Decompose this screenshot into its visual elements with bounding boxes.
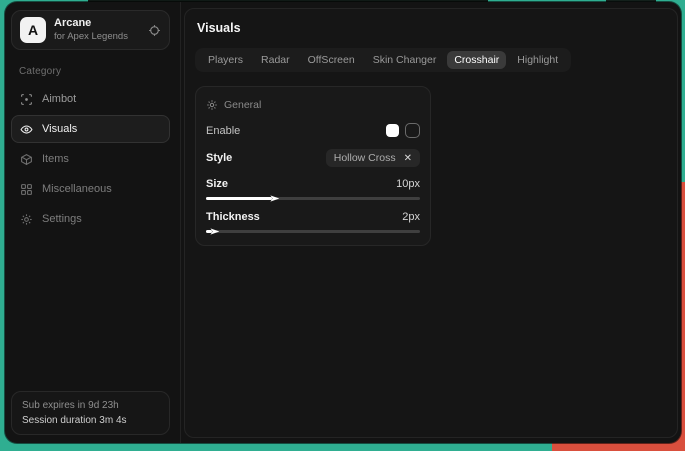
enable-label: Enable — [206, 125, 240, 137]
sidebar-nav: Aimbot Visuals Items — [5, 85, 180, 233]
tab-crosshair[interactable]: Crosshair — [447, 51, 506, 69]
subscription-info-card: Sub expires in 9d 23h Session duration 3… — [11, 391, 170, 435]
size-slider[interactable] — [206, 197, 420, 200]
sidebar-item-label: Settings — [42, 213, 82, 225]
sidebar-item-miscellaneous[interactable]: Miscellaneous — [11, 175, 170, 203]
crosshair-target-icon[interactable] — [148, 24, 161, 37]
general-panel: General Enable Style Hollow Cross ✕ — [195, 86, 431, 246]
sidebar-item-label: Aimbot — [42, 93, 76, 105]
thickness-setting: Thickness 2px — [206, 211, 420, 233]
style-label: Style — [206, 152, 232, 164]
app-subtitle: for Apex Legends — [54, 31, 140, 43]
items-box-icon — [20, 153, 33, 166]
enable-color-swatch[interactable] — [386, 124, 399, 137]
tab-offscreen[interactable]: OffScreen — [301, 51, 362, 69]
sidebar-item-label: Items — [42, 153, 69, 165]
thickness-slider-fill — [206, 230, 212, 233]
size-label: Size — [206, 178, 228, 190]
size-slider-fill — [206, 197, 272, 200]
settings-gear-icon — [20, 213, 33, 226]
panel-header-label: General — [224, 99, 261, 111]
enable-checkbox[interactable] — [405, 123, 420, 138]
general-gear-icon — [206, 99, 218, 111]
size-setting: Size 10px — [206, 178, 420, 200]
category-label: Category — [19, 66, 180, 77]
sidebar-item-items[interactable]: Items — [11, 145, 170, 173]
sidebar-item-settings[interactable]: Settings — [11, 205, 170, 233]
enable-row: Enable — [206, 123, 420, 138]
miscellaneous-grid-icon — [20, 183, 33, 196]
tab-highlight[interactable]: Highlight — [510, 51, 565, 69]
visuals-tabbar: Players Radar OffScreen Skin Changer Cro… — [195, 48, 571, 72]
sub-expires-text: Sub expires in 9d 23h — [22, 400, 159, 411]
visuals-eye-icon — [20, 123, 33, 136]
style-selected-value: Hollow Cross — [334, 152, 396, 164]
tab-skin-changer[interactable]: Skin Changer — [366, 51, 444, 69]
sidebar-item-visuals[interactable]: Visuals — [11, 115, 170, 143]
thickness-value: 2px — [402, 211, 420, 223]
thickness-slider[interactable] — [206, 230, 420, 233]
app-name: Arcane — [54, 17, 140, 31]
brand-text: Arcane for Apex Legends — [54, 17, 140, 43]
sidebar-item-label: Miscellaneous — [42, 183, 112, 195]
panel-header: General — [206, 99, 420, 111]
style-row: Style Hollow Cross ✕ — [206, 149, 420, 167]
main-content: Visuals Players Radar OffScreen Skin Cha… — [184, 8, 678, 438]
brand-card: A Arcane for Apex Legends — [11, 10, 170, 50]
tab-players[interactable]: Players — [201, 51, 250, 69]
sidebar-item-label: Visuals — [42, 123, 77, 135]
app-logo: A — [20, 17, 46, 43]
sidebar-item-aimbot[interactable]: Aimbot — [11, 85, 170, 113]
aimbot-icon — [20, 93, 33, 106]
thickness-label: Thickness — [206, 211, 260, 223]
enable-controls — [386, 123, 420, 138]
session-duration-text: Session duration 3m 4s — [22, 415, 159, 426]
style-clear-icon[interactable]: ✕ — [404, 153, 412, 164]
size-value: 10px — [396, 178, 420, 190]
style-select[interactable]: Hollow Cross ✕ — [326, 149, 420, 167]
thickness-slider-thumb[interactable] — [210, 227, 219, 236]
tab-radar[interactable]: Radar — [254, 51, 297, 69]
size-slider-thumb[interactable] — [270, 194, 279, 203]
main-wrap: Visuals Players Radar OffScreen Skin Cha… — [181, 2, 681, 443]
arcane-window: A Arcane for Apex Legends Category — [5, 2, 681, 443]
sidebar: A Arcane for Apex Legends Category — [5, 2, 181, 443]
page-title: Visuals — [197, 21, 667, 35]
